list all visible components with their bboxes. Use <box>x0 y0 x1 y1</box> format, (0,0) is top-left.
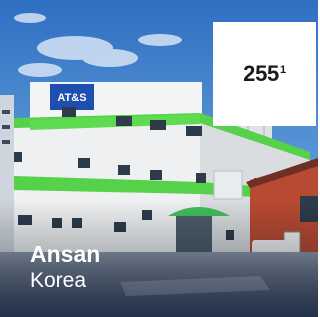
location-caption: Ansan Korea <box>30 240 100 294</box>
city-name: Ansan <box>30 241 101 267</box>
building-sign-text: AT&S <box>57 92 86 104</box>
badge-number: 255 <box>243 61 279 86</box>
country-name: Korea <box>30 269 87 292</box>
location-card[interactable]: AT&S 2551 Ansan Korea <box>0 0 318 317</box>
stat-badge: 2551 <box>213 22 316 126</box>
badge-value: 2551 <box>243 61 286 87</box>
badge-footnote-marker: 1 <box>279 63 286 76</box>
